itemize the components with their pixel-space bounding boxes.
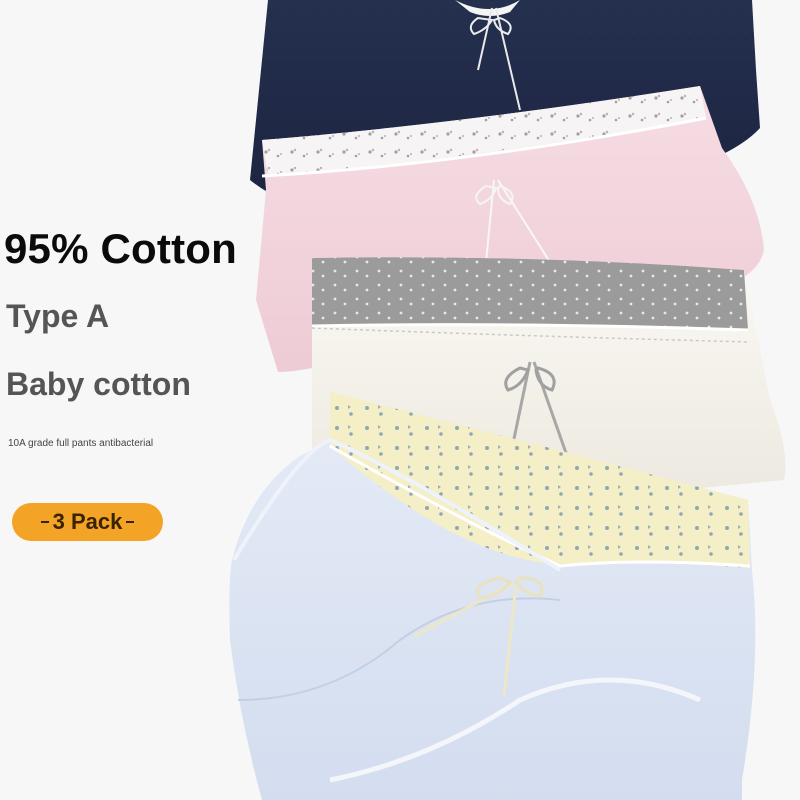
headline-cotton-percent: 95% Cotton <box>4 225 237 272</box>
pack-count-badge: 3 Pack <box>12 503 163 541</box>
dash-left <box>40 521 49 523</box>
pack-label: 3 Pack <box>52 509 123 534</box>
material-label: Baby cotton <box>6 366 191 402</box>
product-image: 95% Cotton Type A Baby cotton 10A grade … <box>0 0 800 800</box>
quality-tagline: 10A grade full pants antibacterial <box>8 438 154 449</box>
type-label: Type A <box>6 298 110 334</box>
dash-right <box>126 521 135 523</box>
